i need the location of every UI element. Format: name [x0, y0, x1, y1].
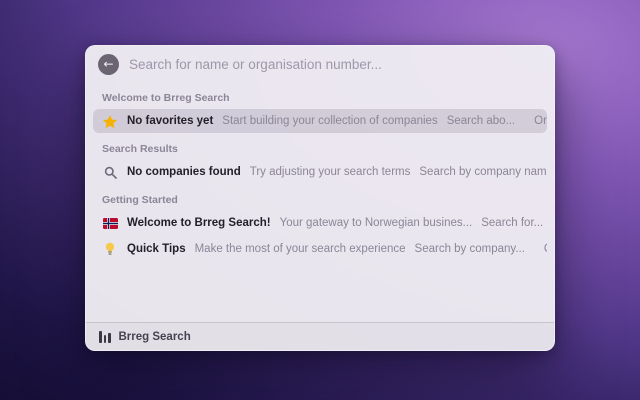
item-subtitle: Try adjusting your search terms [249, 166, 411, 178]
item-subtitle: Make the most of your search experience [194, 243, 406, 255]
section-title-welcome: Welcome to Brreg Search [102, 92, 230, 104]
lightbulb-icon [102, 242, 118, 256]
item-subtitle: Your gateway to Norwegian busines... [279, 217, 473, 229]
item-hint: Organize with custom emojis [534, 115, 547, 127]
item-hint: Or organization number [534, 243, 547, 255]
item-subtitle: Start building your collection of compan… [222, 115, 438, 127]
item-title: No companies found [127, 166, 241, 178]
item-accessory: Search abo... [446, 115, 516, 127]
list-item-welcome-brreg[interactable]: Welcome to Brreg Search! Your gateway to… [93, 211, 547, 235]
norwegian-flag-icon [102, 217, 118, 229]
item-accessory: Search for... [481, 217, 544, 229]
status-bar: Brreg Search [86, 322, 554, 350]
section-title-search-results: Search Results [102, 143, 178, 155]
item-title: Welcome to Brreg Search! [127, 217, 271, 229]
section-title-getting-started: Getting Started [102, 194, 178, 206]
back-arrow-icon: ← [103, 57, 114, 71]
results-list: Welcome to Brreg Search No favorites yet… [86, 82, 554, 322]
magnifier-icon [102, 166, 118, 179]
item-title: No favorites yet [127, 115, 214, 127]
item-accessory: Search by company name [419, 166, 547, 178]
launcher-window: ← Welcome to Brreg Search No favorites y… [85, 45, 555, 351]
brreg-logo-icon [99, 330, 111, 343]
star-icon [102, 114, 118, 128]
item-title: Quick Tips [127, 243, 186, 255]
list-item-no-companies[interactable]: No companies found Try adjusting your se… [93, 160, 547, 184]
search-bar: ← [86, 46, 554, 82]
back-button[interactable]: ← [98, 54, 119, 75]
desktop-background: { "window": { "header": { "back_icon": "… [0, 0, 640, 400]
item-accessory: Search by company... [414, 243, 525, 255]
search-input[interactable] [129, 57, 540, 72]
app-name: Brreg Search [118, 330, 191, 343]
list-item-quick-tips[interactable]: Quick Tips Make the most of your search … [93, 237, 547, 261]
list-item-no-favorites[interactable]: No favorites yet Start building your col… [93, 109, 547, 133]
